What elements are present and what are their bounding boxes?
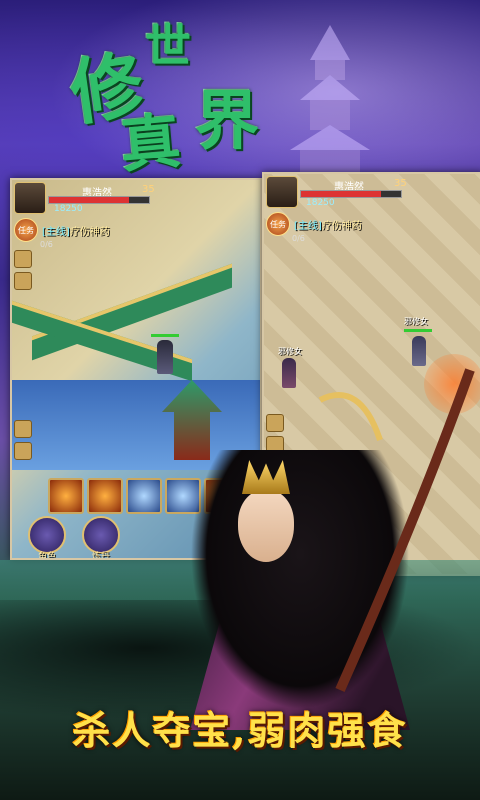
quest-icon[interactable]: 任务 [14, 218, 38, 242]
player-character[interactable] [157, 340, 173, 374]
hero-crown [242, 460, 290, 494]
alchemy-button[interactable]: 炼丹 [82, 516, 120, 558]
hp-bar [48, 196, 150, 204]
mp-value: 18250 [306, 198, 335, 208]
character-button[interactable]: 角色 [28, 516, 66, 558]
quest-tracker[interactable]: 任务 [主线]疗伤神药 0/6 [14, 218, 110, 249]
character-button-label: 角色 [37, 552, 56, 560]
quest-progress: 0/6 [40, 240, 53, 249]
hero-face [238, 490, 294, 562]
npc-character[interactable] [282, 358, 296, 388]
player-avatar[interactable] [14, 182, 46, 214]
side-menu-button[interactable] [14, 420, 32, 438]
npc-name-label: 邪修女 [278, 347, 302, 356]
side-menu-button[interactable] [14, 272, 32, 290]
npc-hp-bar [404, 329, 432, 332]
mp-value: 18250 [54, 204, 83, 214]
promo-banner: 修 世 真 界 惠浩然 35 18250 任务 [主线]疗伤神药 0/6 角色 … [0, 0, 480, 800]
alchemy-button-label: 炼丹 [91, 552, 110, 560]
quest-name: 疗伤神药 [69, 226, 110, 238]
hp-bar [300, 190, 402, 198]
player-level: 35 [142, 184, 155, 195]
player-avatar[interactable] [266, 176, 298, 208]
skill-fire-icon[interactable] [87, 478, 123, 514]
title-char-4: 界 [195, 84, 259, 159]
side-menu-button[interactable] [14, 250, 32, 268]
title-char-2: 世 [145, 19, 191, 73]
quest-progress: 0/6 [292, 234, 305, 243]
title-char-3: 真 [117, 106, 184, 182]
staff-weapon [318, 368, 475, 693]
quest-tracker[interactable]: 任务 [主线]疗伤神药 0/6 [266, 212, 362, 243]
bottom-menu: 角色 炼丹 [28, 516, 120, 558]
quest-tag: [主线] [42, 226, 70, 238]
character-hp-bar [151, 334, 179, 337]
side-menu-button[interactable] [14, 442, 32, 460]
slogan-text: 杀人夺宝,弱肉强食 [72, 708, 408, 753]
pagoda-illustration [290, 25, 370, 180]
npc-name-label: 邪修女 [404, 317, 428, 326]
quest-name: 疗伤神药 [321, 220, 362, 232]
quest-icon[interactable]: 任务 [266, 212, 290, 236]
quest-tag: [主线] [294, 220, 322, 232]
skill-fire-icon[interactable] [48, 478, 84, 514]
player-level: 35 [394, 178, 407, 189]
